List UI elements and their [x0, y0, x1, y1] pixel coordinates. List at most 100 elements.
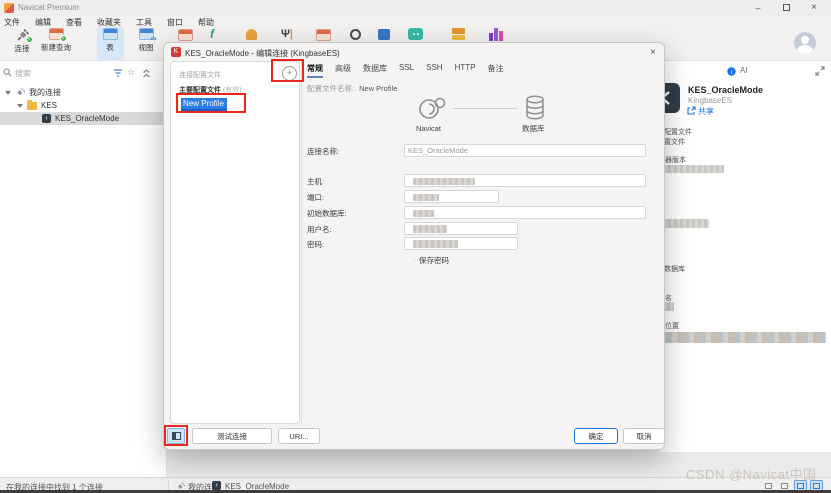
toolbar-table-button[interactable]: 表: [95, 28, 125, 59]
redacted-username: [413, 225, 447, 233]
breadcrumb-kingbase-icon: ‹: [212, 481, 221, 490]
dialog-kingbase-icon: K: [171, 47, 181, 57]
menu-tools[interactable]: 工具: [136, 17, 152, 28]
connection-name-input[interactable]: KES_OracleMode: [404, 144, 646, 157]
primary-profile-label: 主要配置文件 (有效): [179, 87, 242, 94]
tab-ssl[interactable]: SSL: [399, 63, 414, 78]
toolbar-table-label: 表: [106, 43, 114, 52]
favorites-star-icon[interactable]: ☆: [127, 67, 135, 78]
tab-databases[interactable]: 数据库: [363, 63, 387, 78]
toolbar-chart-icon[interactable]: [489, 28, 503, 41]
ok-button[interactable]: 确定: [574, 428, 618, 444]
section-server-version-clipped: 器版本: [665, 157, 686, 164]
expand-arrow-icon[interactable]: [5, 90, 11, 95]
toolbar-connection-button[interactable]: + 连接: [6, 28, 38, 59]
tree-item-kes-folder[interactable]: KES: [0, 99, 167, 112]
menu-edit[interactable]: 编辑: [35, 17, 51, 28]
menu-view[interactable]: 查看: [66, 17, 82, 28]
profile-item-new-profile[interactable]: New Profile: [181, 98, 227, 111]
toolbar-materialized-view-icon[interactable]: [178, 29, 193, 41]
toolbar-new-query-label: 新建查询: [41, 43, 71, 52]
profiles-listbox: 连接配置文件 + 主要配置文件 (有效) New Profile: [170, 61, 300, 424]
plug-icon: +: [15, 28, 33, 43]
menu-file[interactable]: 文件: [4, 17, 20, 28]
filter-icon[interactable]: [113, 69, 123, 78]
profile-name-value: New Profile: [359, 84, 398, 93]
username-input[interactable]: [404, 222, 518, 235]
tree-item-label: KES: [41, 101, 58, 110]
navicat-snail-logo: [418, 95, 446, 121]
user-avatar[interactable]: [794, 32, 816, 54]
object-info-panel: i AI KES_OracleMode KingbaseES 共享 配置文件 置…: [650, 60, 831, 452]
cancel-button[interactable]: 取消: [623, 428, 665, 444]
window-titlebar: Navicat Premium – ×: [0, 0, 831, 16]
diagram-left-caption: Navicat: [416, 124, 442, 133]
maximize-button[interactable]: [777, 0, 795, 15]
toolbar-query-icon[interactable]: Ψ|: [281, 28, 293, 40]
connections-plug-icon: [15, 88, 25, 97]
dialog-close-icon[interactable]: ×: [646, 46, 660, 59]
tab-http[interactable]: HTTP: [455, 63, 476, 78]
navicat-app-icon: [4, 3, 14, 13]
save-password-label: 保存密码: [419, 256, 449, 265]
dialog-panel-divider: [301, 61, 302, 424]
plus-badge-icon: +: [25, 36, 33, 43]
tree-item-my-connections[interactable]: 我的连接: [0, 86, 167, 99]
toolbar-view-button[interactable]: ∞ 视图: [131, 28, 161, 59]
expand-panel-icon[interactable]: [815, 66, 825, 76]
tree-item-label: KES_OracleMode: [55, 114, 120, 123]
host-input[interactable]: [404, 174, 646, 187]
connection-line: [453, 108, 517, 109]
port-input[interactable]: [404, 190, 499, 203]
password-input[interactable]: [404, 237, 518, 250]
search-input[interactable]: [13, 67, 105, 80]
plus-badge-icon: +: [59, 35, 67, 42]
tab-notes[interactable]: 备注: [487, 63, 503, 78]
panel-connection-subtitle: KingbaseES: [688, 96, 733, 105]
toolbar-history-icon[interactable]: [452, 28, 465, 40]
search-bar: ☆: [0, 67, 167, 81]
share-link[interactable]: 共享: [698, 106, 714, 117]
toolbar-view-label: 视图: [138, 43, 154, 52]
folder-icon: [27, 99, 37, 110]
password-label: 密码:: [307, 240, 325, 249]
window-title: Navicat Premium: [18, 3, 79, 12]
toolbar-user-icon[interactable]: [246, 29, 257, 40]
toolbar-new-query-button[interactable]: + 新建查询: [38, 28, 74, 59]
tab-general[interactable]: 常规: [307, 63, 323, 78]
expand-arrow-icon[interactable]: [17, 103, 23, 108]
svg-text:i: i: [731, 69, 732, 76]
tree-item-kes-oraclemode[interactable]: ‹ KES_OracleMode: [0, 112, 167, 125]
navicat-window: Navicat Premium – × 文件 编辑 查看 收藏夹 工具 窗口 帮…: [0, 0, 831, 493]
redacted-host: [413, 178, 475, 185]
uri-button[interactable]: URI...: [278, 428, 320, 444]
tab-ai[interactable]: AI: [740, 66, 748, 75]
toolbar-ai-robot-icon[interactable]: [408, 28, 423, 40]
test-connection-button[interactable]: 测试连接: [192, 428, 272, 444]
menu-window[interactable]: 窗口: [167, 17, 183, 28]
toolbar-connection-label: 连接: [14, 44, 30, 53]
toggle-profiles-panel-button[interactable]: [167, 428, 185, 444]
dialog-tab-bar: 常规 高级 数据库 SSL SSH HTTP 备注: [307, 63, 503, 78]
tab-ssh[interactable]: SSH: [426, 63, 442, 78]
info-tab-icon[interactable]: i: [727, 67, 736, 76]
toolbar-automation-icon[interactable]: [350, 29, 361, 40]
profile-name-label: 配置文件名称:: [307, 84, 355, 93]
collapse-all-icon[interactable]: [142, 69, 151, 78]
host-label: 主机:: [307, 177, 325, 186]
redacted-password: [413, 240, 458, 248]
tab-advanced[interactable]: 高级: [335, 63, 351, 78]
toolbar-backup-icon[interactable]: [316, 29, 331, 41]
close-button[interactable]: ×: [805, 0, 823, 15]
initial-database-input[interactable]: [404, 206, 646, 219]
edit-connection-dialog: K KES_OracleMode - 编辑连接 (KingbaseES) × 连…: [163, 42, 665, 450]
toolbar-model-icon[interactable]: [378, 29, 390, 40]
minimize-button[interactable]: –: [749, 0, 767, 15]
profile-name-row: 配置文件名称: New Profile: [307, 83, 397, 94]
watermark: CSDN @Navicat中国: [686, 467, 817, 482]
add-profile-button[interactable]: +: [282, 66, 297, 81]
connection-tree-sidebar: ☆ 我的连接 KES ‹ KES_OracleMode: [0, 60, 167, 477]
section-database-clipped: 数据库: [664, 266, 685, 273]
toolbar-function-icon[interactable]: f: [210, 27, 214, 41]
connection-name-label: 连接名称:: [307, 147, 340, 156]
